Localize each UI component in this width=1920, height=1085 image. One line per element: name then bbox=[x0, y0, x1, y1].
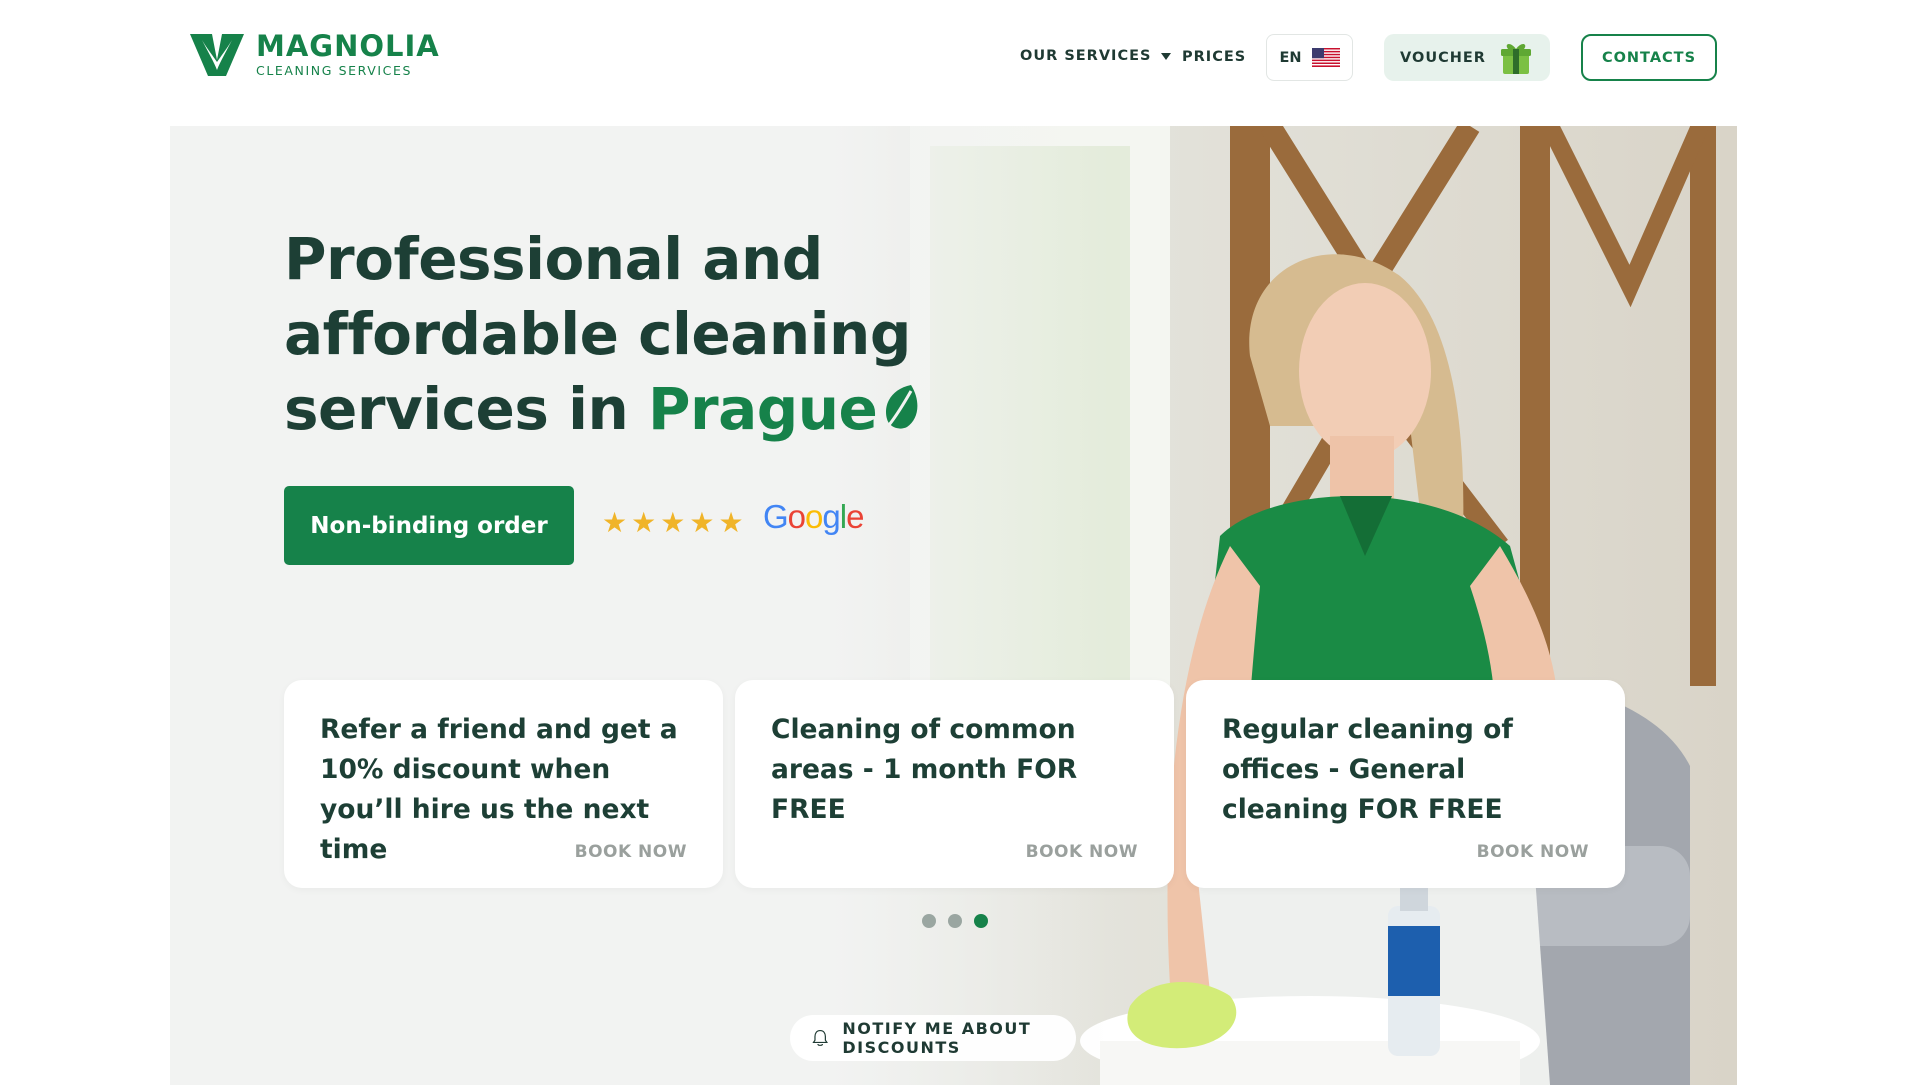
caret-down-icon bbox=[1161, 52, 1172, 60]
notify-discounts-button[interactable]: NOTIFY ME ABOUT DISCOUNTS bbox=[790, 1015, 1076, 1061]
star-icon: ★ bbox=[718, 506, 744, 539]
promo-card-text: Cleaning of common areas - 1 month FOR F… bbox=[771, 714, 1078, 825]
google-logo[interactable]: Google bbox=[763, 498, 864, 536]
voucher-label: VOUCHER bbox=[1400, 49, 1486, 66]
star-icon: ★ bbox=[660, 506, 686, 539]
promo-card[interactable]: Refer a friend and get a 10% discount wh… bbox=[284, 680, 723, 888]
google-logo-letter: o bbox=[787, 498, 806, 535]
carousel-dot[interactable] bbox=[974, 914, 988, 928]
google-logo-letter: e bbox=[846, 498, 864, 535]
language-code: EN bbox=[1279, 49, 1302, 66]
leaf-icon bbox=[886, 384, 918, 429]
carousel-dot[interactable] bbox=[922, 914, 936, 928]
contacts-button[interactable]: CONTACTS bbox=[1581, 34, 1717, 81]
promo-card[interactable]: Cleaning of common areas - 1 month FOR F… bbox=[735, 680, 1174, 888]
bell-icon bbox=[812, 1029, 828, 1046]
google-logo-letter: o bbox=[805, 498, 823, 535]
google-logo-letter: g bbox=[822, 498, 840, 535]
site-header: MAGNOLIA CLEANING SERVICES OUR SERVICES … bbox=[0, 0, 1920, 126]
gift-icon bbox=[1500, 43, 1531, 74]
notify-label: NOTIFY ME ABOUT DISCOUNTS bbox=[842, 1019, 1032, 1057]
nav-our-services[interactable]: OUR SERVICES bbox=[1020, 48, 1172, 64]
hero-title: Professional and affordable cleaning ser… bbox=[284, 222, 984, 447]
star-icon: ★ bbox=[631, 506, 657, 539]
star-icon: ★ bbox=[602, 506, 628, 539]
voucher-button[interactable]: VOUCHER bbox=[1384, 34, 1550, 81]
carousel-dots bbox=[922, 914, 988, 928]
promo-card[interactable]: Regular cleaning of offices - General cl… bbox=[1186, 680, 1625, 888]
hero-title-line1: Professional and bbox=[284, 225, 823, 293]
hero-title-line2: affordable cleaning bbox=[284, 300, 911, 368]
us-flag-icon bbox=[1311, 48, 1340, 67]
carousel-dot[interactable] bbox=[948, 914, 962, 928]
main-nav: OUR SERVICES PRICES EN VOUCHER CONTACTS bbox=[0, 34, 1920, 82]
promo-card-text: Regular cleaning of offices - General cl… bbox=[1222, 714, 1513, 825]
nav-our-services-label: OUR SERVICES bbox=[1020, 48, 1152, 64]
hero-title-city: Prague bbox=[647, 375, 878, 443]
book-now-link[interactable]: BOOK NOW bbox=[1477, 842, 1589, 862]
rating-stars: ★ ★ ★ ★ ★ bbox=[602, 509, 744, 537]
hero-section: Professional and affordable cleaning ser… bbox=[170, 126, 1737, 1085]
hero-title-line3: services in bbox=[284, 375, 629, 443]
google-logo-letter: G bbox=[763, 498, 789, 535]
book-now-link[interactable]: BOOK NOW bbox=[575, 842, 687, 862]
language-selector[interactable]: EN bbox=[1266, 34, 1353, 81]
book-now-link[interactable]: BOOK NOW bbox=[1026, 842, 1138, 862]
non-binding-order-button[interactable]: Non-binding order bbox=[284, 486, 574, 565]
nav-prices[interactable]: PRICES bbox=[1182, 49, 1246, 65]
star-icon: ★ bbox=[689, 506, 715, 539]
